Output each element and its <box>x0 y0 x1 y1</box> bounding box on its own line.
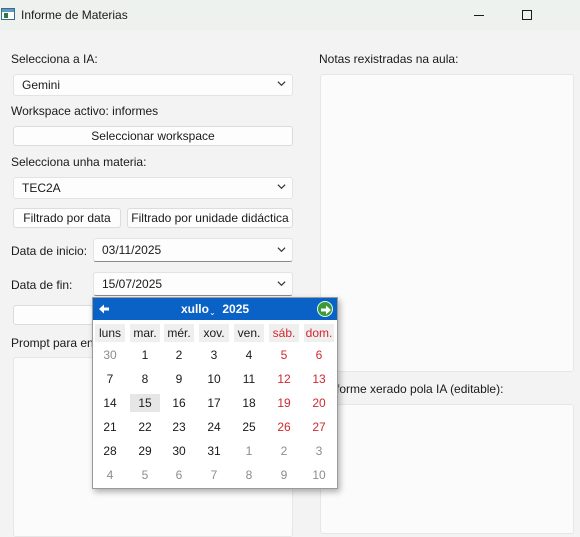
end-date-label: Data de fin: <box>11 278 73 292</box>
prompt-label: Prompt para en <box>11 336 94 350</box>
weekday-header: xov. <box>199 324 229 342</box>
weekday-header: sáb. <box>269 324 299 342</box>
calendar-day[interactable]: 19 <box>269 394 299 412</box>
calendar-day[interactable]: 13 <box>304 370 334 388</box>
calendar-day[interactable]: 2 <box>269 442 299 460</box>
end-date-value: 15/07/2025 <box>102 277 163 291</box>
next-month-button[interactable] <box>317 301 333 317</box>
chevron-down-icon <box>277 247 286 253</box>
end-date-picker[interactable]: 15/07/2025 <box>93 272 293 296</box>
calendar-day[interactable]: 29 <box>130 442 160 460</box>
maximize-icon <box>522 10 532 20</box>
notes-label: Notas rexistradas na aula: <box>319 52 459 66</box>
calendar-month-year[interactable]: xullo⌄ 2025 <box>93 302 337 317</box>
calendar-day[interactable]: 22 <box>130 418 160 436</box>
calendar-day[interactable]: 3 <box>304 442 334 460</box>
calendar-day[interactable]: 21 <box>95 418 125 436</box>
calendar-day[interactable]: 14 <box>95 394 125 412</box>
calendar-day[interactable]: 5 <box>130 466 160 484</box>
calendar-day[interactable]: 26 <box>269 418 299 436</box>
generate-button[interactable] <box>13 305 93 325</box>
window-app-icon <box>1 8 15 20</box>
calendar-header: xullo⌄ 2025 <box>93 298 337 320</box>
window-title: Informe de Materias <box>21 8 128 22</box>
calendar-day[interactable]: 5 <box>269 346 299 364</box>
calendar-day[interactable]: 10 <box>199 370 229 388</box>
start-date-label: Data de inicio: <box>11 244 88 258</box>
calendar-day[interactable]: 8 <box>130 370 160 388</box>
title-bar: Informe de Materias <box>0 0 580 30</box>
chevron-down-icon <box>277 81 286 87</box>
calendar-day[interactable]: 9 <box>269 466 299 484</box>
minimize-button[interactable] <box>456 0 502 30</box>
notes-textarea[interactable] <box>320 74 574 372</box>
calendar-month[interactable]: xullo <box>181 302 209 316</box>
report-textarea[interactable] <box>320 404 574 534</box>
calendar-day[interactable]: 10 <box>304 466 334 484</box>
weekday-header: ven. <box>234 324 264 342</box>
report-label: forme xerado pola IA (editable): <box>336 382 504 396</box>
calendar-day[interactable]: 4 <box>95 466 125 484</box>
calendar-day[interactable]: 6 <box>164 466 194 484</box>
calendar-day[interactable]: 4 <box>234 346 264 364</box>
calendar-day[interactable]: 15 <box>130 394 160 412</box>
weekday-header: dom. <box>304 324 334 342</box>
workspace-label: Workspace activo: informes <box>11 104 159 118</box>
start-date-value: 03/11/2025 <box>102 243 162 257</box>
calendar-day[interactable]: 1 <box>234 442 264 460</box>
subject-select[interactable]: TEC2A <box>13 177 293 199</box>
select-workspace-button[interactable]: Seleccionar workspace <box>13 126 293 146</box>
arrow-right-icon <box>321 305 331 315</box>
calendar-day[interactable]: 23 <box>164 418 194 436</box>
calendar-day[interactable]: 20 <box>304 394 334 412</box>
calendar-day[interactable]: 7 <box>199 466 229 484</box>
calendar-day[interactable]: 28 <box>95 442 125 460</box>
filter-by-date-button[interactable]: Filtrado por data <box>13 208 121 228</box>
chevron-down-icon <box>277 184 286 190</box>
calendar-day[interactable]: 31 <box>199 442 229 460</box>
subject-select-value: TEC2A <box>22 181 61 195</box>
calendar-day[interactable]: 30 <box>95 346 125 364</box>
start-date-picker[interactable]: 03/11/2025 <box>93 238 293 262</box>
calendar-day[interactable]: 8 <box>234 466 264 484</box>
calendar-day[interactable]: 11 <box>234 370 264 388</box>
maximize-button[interactable] <box>504 0 550 30</box>
subject-label: Selecciona unha materia: <box>11 155 147 169</box>
calendar-day[interactable]: 9 <box>164 370 194 388</box>
calendar-day[interactable]: 3 <box>199 346 229 364</box>
weekday-header: luns <box>95 324 125 342</box>
calendar-day[interactable]: 17 <box>199 394 229 412</box>
calendar-day[interactable]: 1 <box>130 346 160 364</box>
ai-select[interactable]: Gemini <box>13 74 293 96</box>
calendar-day[interactable]: 30 <box>164 442 194 460</box>
weekday-header: mér. <box>164 324 194 342</box>
calendar-day[interactable]: 7 <box>95 370 125 388</box>
calendar-day[interactable]: 2 <box>164 346 194 364</box>
ai-label: Selecciona a IA: <box>11 52 98 66</box>
calendar-year[interactable]: 2025 <box>222 302 249 316</box>
weekday-header: mar. <box>130 324 160 342</box>
month-dropdown-icon: ⌄ <box>208 308 216 317</box>
calendar-day[interactable]: 25 <box>234 418 264 436</box>
minimize-icon <box>474 14 484 16</box>
calendar-day[interactable]: 6 <box>304 346 334 364</box>
calendar-day[interactable]: 27 <box>304 418 334 436</box>
chevron-down-icon <box>277 281 286 287</box>
ai-select-value: Gemini <box>22 78 61 92</box>
calendar-day[interactable]: 16 <box>164 394 194 412</box>
calendar-day[interactable]: 12 <box>269 370 299 388</box>
calendar-day[interactable]: 18 <box>234 394 264 412</box>
calendar-popup: xullo⌄ 2025 luns mar. mér. xov. ven. sáb. dom.… <box>92 297 338 489</box>
calendar-day[interactable]: 24 <box>199 418 229 436</box>
filter-by-unit-button[interactable]: Filtrado por unidade didáctica <box>127 208 293 228</box>
